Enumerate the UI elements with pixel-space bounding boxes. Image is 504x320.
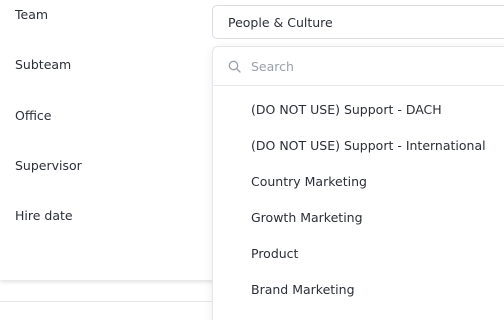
team-select-value: People & Culture (228, 15, 333, 30)
dropdown-option[interactable]: Product (213, 239, 504, 269)
office-label: Office (15, 108, 52, 123)
option-label: (DO NOT USE) Support - DACH (251, 102, 442, 117)
dropdown-option[interactable]: (DO NOT USE) Support - International (213, 131, 504, 161)
supervisor-label: Supervisor (15, 158, 82, 173)
option-label: (DO NOT USE) Support - International (251, 138, 486, 153)
dropdown-option[interactable]: Brand Marketing (213, 275, 504, 305)
search-icon (228, 60, 241, 73)
option-label: Growth Marketing (251, 210, 363, 225)
hire-date-label: Hire date (15, 208, 73, 223)
dropdown-option[interactable]: Country Marketing (213, 167, 504, 197)
screen: Team Subteam Office Supervisor Hire date… (0, 0, 504, 320)
team-label: Team (15, 7, 49, 22)
subteam-dropdown: (DO NOT USE) Support - DACH (DO NOT USE)… (212, 46, 504, 320)
team-select[interactable]: People & Culture (212, 5, 504, 39)
dropdown-search-input[interactable] (251, 56, 491, 76)
option-label: Product (251, 246, 299, 261)
option-label: Country Marketing (251, 174, 367, 189)
dropdown-option[interactable]: Growth Marketing (213, 203, 504, 233)
dropdown-search-row (213, 47, 504, 86)
dropdown-option[interactable]: (DO NOT USE) Support - DACH (213, 95, 504, 125)
subteam-label: Subteam (15, 57, 72, 72)
option-label: Brand Marketing (251, 282, 355, 297)
